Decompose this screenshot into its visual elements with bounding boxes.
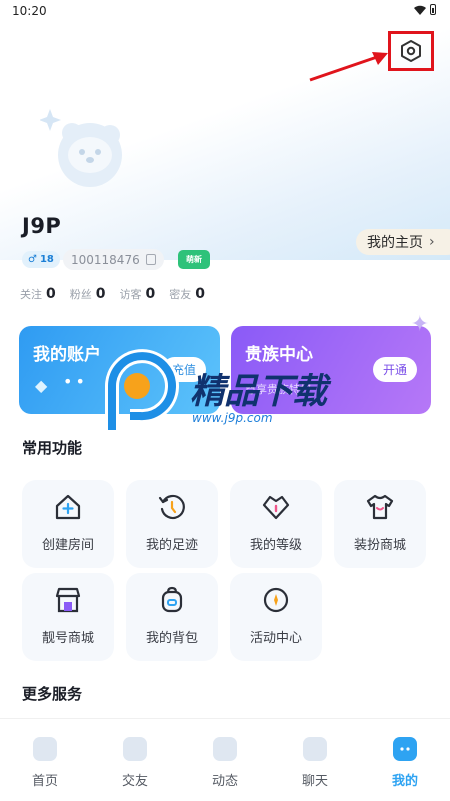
dress-up-mall-tile[interactable]: 装扮商城 [334,480,426,568]
my-homepage-link[interactable]: 我的主页 › [356,229,450,255]
watermark-logo-icon [105,349,179,430]
gender-level-badge: ♂ 18 [22,251,60,268]
my-homepage-label: 我的主页 [367,235,423,251]
tab-chat[interactable]: 聊天 [270,719,360,801]
tab-label: 动态 [211,774,238,789]
tile-label: 我的背包 [145,631,198,646]
more-services-title: 更多服务 [22,685,83,703]
create-room-tile[interactable]: 创建房间 [22,480,114,568]
backpack-icon [161,586,183,613]
vip-number-mall-tile[interactable]: 靓号商城 [22,573,114,661]
noble-crown-icon: ✦ [410,312,429,337]
tab-home[interactable]: 首页 [0,719,90,801]
tile-label: 我的足迹 [145,538,198,553]
compass-icon [263,587,289,613]
my-footprint-tile[interactable]: 我的足迹 [126,480,218,568]
stat-value: 0 [46,286,56,302]
tab-label: 我的 [391,774,418,789]
profile-stats: 关注 0 粉丝 0 访客 0 密友 0 [20,286,205,302]
my-level-tile[interactable]: 我的等级 [230,480,322,568]
common-functions-title: 常用功能 [22,439,83,457]
tab-label: 首页 [31,774,58,789]
status-icons [414,4,436,15]
copy-icon[interactable] [145,251,159,265]
history-icon [158,494,185,520]
new-user-badge: 萌新 [178,250,210,269]
level-icon [262,495,290,520]
shop-icon [55,587,81,613]
home-plus-icon [55,494,81,520]
tab-label: 聊天 [301,774,328,789]
chat-tab-icon [303,737,327,761]
user-id-pill[interactable]: 100118476 [63,249,164,270]
tile-label: 创建房间 [41,538,94,553]
moments-tab-icon [213,737,237,761]
tshirt-icon [366,494,394,520]
avatar[interactable] [40,105,130,195]
tile-label: 靓号商城 [41,631,94,646]
watermark-text: 精品下载 [190,372,327,412]
stat-label: 访客 [119,288,142,301]
tab-mine[interactable]: 我的 [360,719,450,801]
gender-level-value: 18 [39,254,54,265]
tab-moments[interactable]: 动态 [180,719,270,801]
stat-visitors[interactable]: 访客 0 [120,286,156,302]
diamond-icon: ◆ [35,376,48,395]
tile-label: 装扮商城 [353,538,406,553]
stat-label: 粉丝 [69,288,92,301]
balance-masked: •• [63,372,88,391]
stat-label: 密友 [169,288,192,301]
tab-friends[interactable]: 交友 [90,719,180,801]
watermark-url: www.j9p.com [192,411,273,425]
stat-follow[interactable]: 关注 0 [20,286,56,302]
home-tab-icon [33,737,57,761]
tile-label: 我的等级 [249,538,302,553]
friends-tab-icon [123,737,147,761]
stat-label: 关注 [20,288,42,301]
stat-fans[interactable]: 粉丝 0 [70,286,106,302]
chevron-right-icon: › [429,234,435,250]
user-id: 100118476 [71,252,140,267]
stat-value: 0 [145,286,156,302]
tab-label: 交友 [121,774,148,789]
stat-value: 0 [95,286,106,302]
my-backpack-tile[interactable]: 我的背包 [126,573,218,661]
status-time: 10:20 [12,4,47,18]
male-icon: ♂ [28,254,37,265]
new-badge-text: 萌新 [186,255,202,264]
battery-icon [430,4,436,15]
stat-close-friends[interactable]: 密友 0 [169,286,205,302]
username: J9P [22,214,62,238]
mine-tab-icon [393,737,417,761]
settings-hex-icon [401,40,421,62]
tile-label: 活动中心 [249,631,302,646]
annotation-arrow [309,52,388,82]
activity-center-tile[interactable]: 活动中心 [230,573,322,661]
stat-value: 0 [195,286,205,302]
wifi-icon [414,5,426,15]
bottom-tab-bar: 首页 交友 动态 聊天 我的 [0,718,450,801]
activate-noble-button[interactable]: 开通 [372,357,417,382]
